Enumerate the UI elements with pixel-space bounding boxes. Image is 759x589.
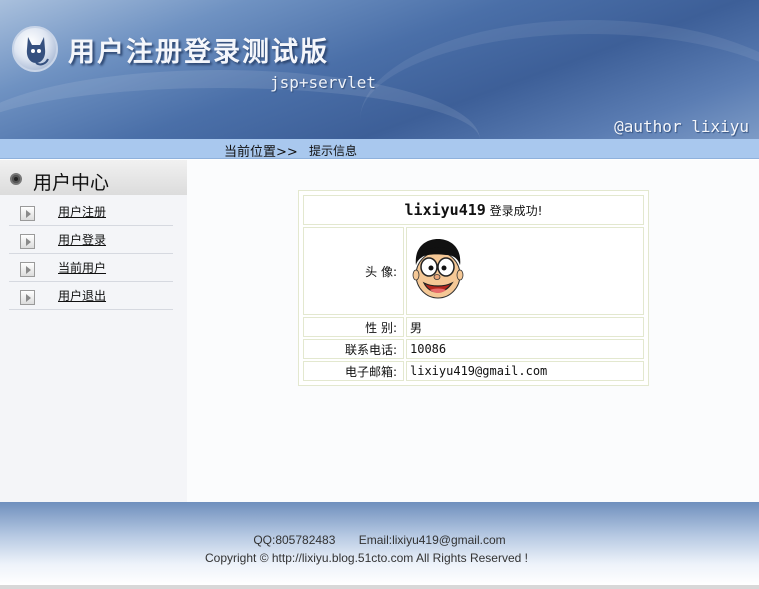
avatar-label: 头 像: [303,227,404,315]
page: 用户注册登录测试版 jsp+servlet @author lixiyu 当前位… [0,0,759,589]
play-arrow-icon [20,262,35,277]
email-value: lixiyu419@gmail.com [406,361,644,381]
footer: QQ:805782483 Email:lixiyu419@gmail.com C… [0,502,759,585]
login-link[interactable]: 用户登录 [58,231,106,248]
phone-label: 联系电话: [303,339,404,359]
sidebar-item-register[interactable]: 用户注册 [9,198,173,226]
sidebar: 用户中心 用户注册 用户登录 当前用户 用户退出 [0,160,187,502]
footer-contact: QQ:805782483 Email:lixiyu419@gmail.com [0,533,759,547]
breadcrumb-label: 当前位置>> [224,145,298,160]
avatar-cell [406,227,644,315]
gender-value: 男 [406,317,644,337]
bottom-divider [0,585,759,589]
login-success-message: lixiyu419 登录成功! [303,195,644,225]
logout-link[interactable]: 用户退出 [58,287,106,304]
footer-qq: QQ:805782483 [253,533,336,547]
register-link[interactable]: 用户注册 [58,203,106,220]
sidebar-title: 用户中心 [33,172,110,194]
sidebar-item-login[interactable]: 用户登录 [9,226,173,254]
username: lixiyu419 [404,201,486,219]
gender-label: 性 别: [303,317,404,337]
author-credit: @author lixiyu [614,117,749,136]
breadcrumb-current: 提示信息 [309,144,358,158]
email-label: 电子邮箱: [303,361,404,381]
sidebar-menu: 用户注册 用户登录 当前用户 用户退出 [9,198,173,310]
avatar [412,238,464,298]
breadcrumb: 当前位置>> 提示信息 [0,139,759,160]
header-banner: 用户注册登录测试版 jsp+servlet @author lixiyu [0,0,759,139]
current-user-link[interactable]: 当前用户 [58,259,106,276]
main-content: lixiyu419 登录成功! 头 像: 性 别: 男 联系电话: 10086 … [187,160,759,502]
phone-value: 10086 [406,339,644,359]
success-text: 登录成功! [489,204,543,218]
sidebar-item-current-user[interactable]: 当前用户 [9,254,173,282]
bullet-icon [10,173,22,185]
play-arrow-icon [20,206,35,221]
site-subtitle: jsp+servlet [270,73,376,92]
play-arrow-icon [20,290,35,305]
user-info-table: lixiyu419 登录成功! 头 像: 性 别: 男 联系电话: 10086 … [298,190,649,386]
logo-cat-icon [12,26,58,72]
play-arrow-icon [20,234,35,249]
sidebar-item-logout[interactable]: 用户退出 [9,282,173,310]
site-title: 用户注册登录测试版 [68,37,329,68]
footer-email: Email:lixiyu419@gmail.com [358,533,506,547]
footer-copyright: Copyright © http://lixiyu.blog.51cto.com… [205,551,528,565]
sidebar-header: 用户中心 [0,160,187,195]
